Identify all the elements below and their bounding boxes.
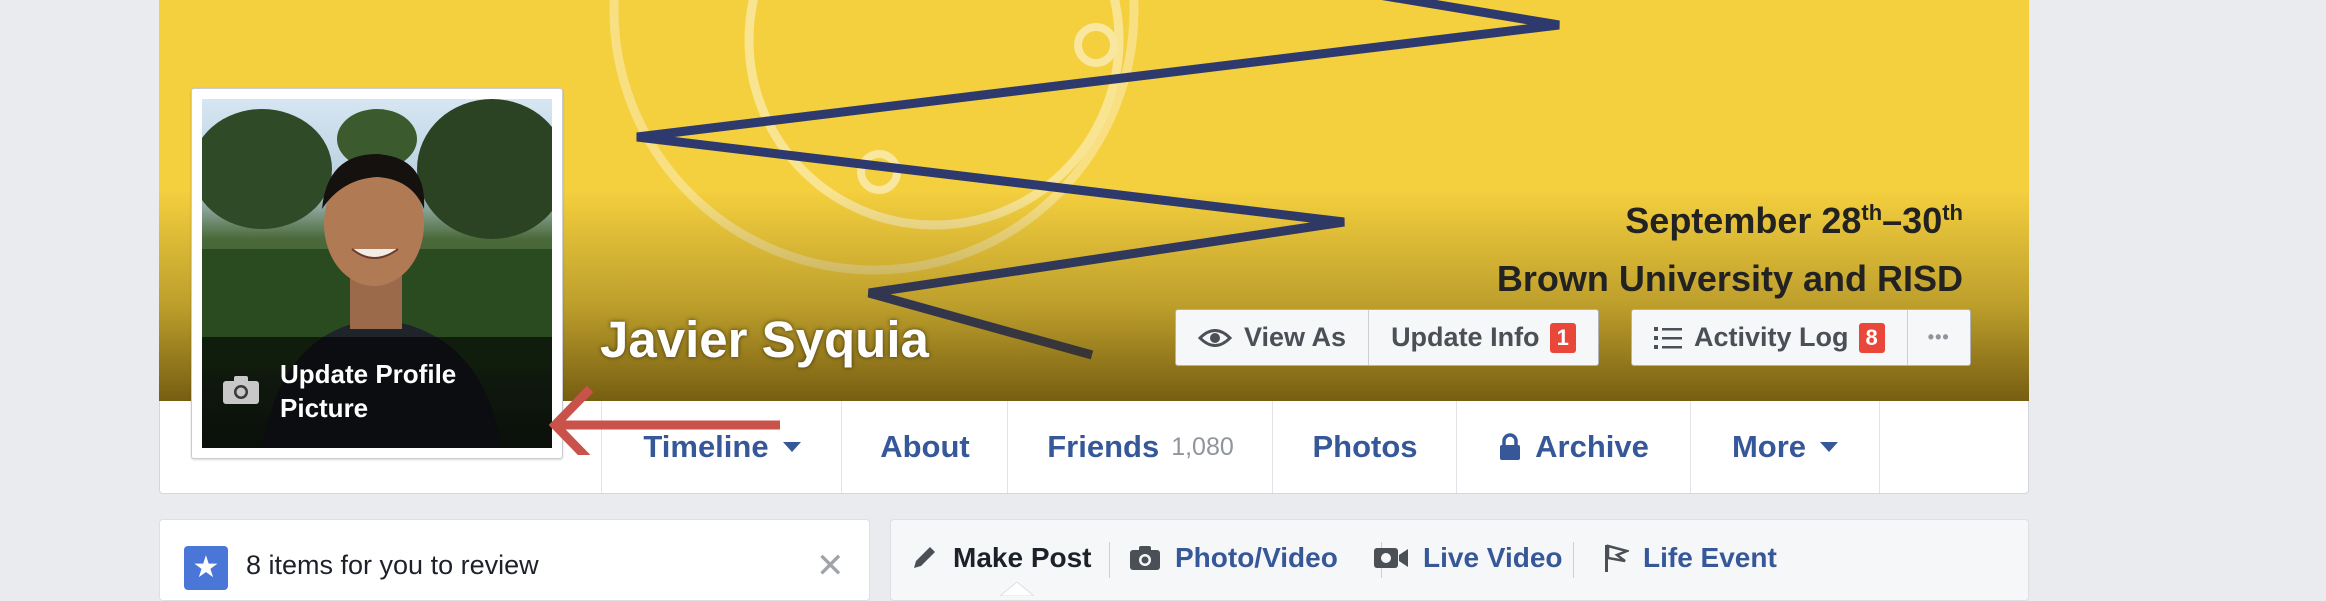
- tab-friends[interactable]: Friends 1,080: [1007, 401, 1273, 493]
- composer-divider: [1109, 542, 1110, 578]
- tab-more[interactable]: More: [1690, 401, 1880, 493]
- video-camera-icon: [1374, 548, 1408, 568]
- activity-log-label: Activity Log: [1694, 322, 1849, 352]
- life-event-button[interactable]: Life Event: [1603, 542, 1777, 574]
- review-items-card[interactable]: ★ 8 items for you to review ✕: [159, 519, 870, 601]
- update-info-label: Update Info: [1391, 322, 1540, 352]
- arrow-annotation-icon: [548, 385, 780, 455]
- life-event-label: Life Event: [1643, 542, 1777, 573]
- activity-log-badge: 8: [1858, 322, 1885, 353]
- camera-icon: [1130, 546, 1160, 570]
- review-items-text: 8 items for you to review: [246, 550, 539, 580]
- list-icon: [1654, 326, 1682, 349]
- live-video-label: Live Video: [1423, 542, 1563, 573]
- cover-location: Brown University and RISD: [1496, 258, 1963, 299]
- caret-down-icon: [782, 442, 801, 452]
- star-icon: ★: [184, 546, 228, 590]
- update-profile-picture-label: Update Profile Picture: [280, 359, 457, 423]
- caret-down-icon: [1820, 442, 1839, 452]
- camera-icon: [223, 376, 259, 404]
- update-info-badge: 1: [1549, 322, 1576, 353]
- view-as-label: View As: [1244, 322, 1347, 352]
- tab-photos-label: Photos: [1312, 429, 1418, 464]
- tab-friends-label: Friends: [1047, 429, 1160, 464]
- update-profile-picture-button[interactable]: Update Profile Picture: [202, 337, 552, 448]
- profile-action-group: View As Update Info 1: [1175, 309, 1599, 366]
- pencil-icon: [914, 547, 935, 568]
- make-post-label: Make Post: [953, 542, 1092, 573]
- photo-video-label: Photo/Video: [1175, 542, 1338, 573]
- eye-icon: [1198, 328, 1232, 347]
- lock-icon: [1500, 433, 1521, 460]
- more-options-button[interactable]: •••: [1908, 310, 1970, 365]
- friends-count: 1,080: [1171, 432, 1234, 461]
- tab-about[interactable]: About: [841, 401, 1008, 493]
- photo-video-button[interactable]: Photo/Video: [1129, 542, 1338, 574]
- composer-divider: [1573, 542, 1574, 578]
- tab-archive-label: Archive: [1535, 429, 1649, 464]
- flag-icon: [1605, 544, 1629, 572]
- tab-more-label: More: [1731, 429, 1807, 464]
- update-info-button[interactable]: Update Info 1: [1369, 310, 1598, 365]
- profile-picture-frame: Update Profile Picture: [191, 88, 563, 459]
- tab-photos[interactable]: Photos: [1272, 401, 1457, 493]
- live-video-button[interactable]: Live Video: [1373, 542, 1563, 574]
- activity-log-button[interactable]: Activity Log 8: [1632, 310, 1908, 365]
- profile-name[interactable]: Javier Syquia: [600, 310, 929, 369]
- tab-archive[interactable]: Archive: [1456, 401, 1691, 493]
- make-post-button[interactable]: Make Post: [911, 542, 1092, 574]
- tab-about-label: About: [880, 429, 970, 464]
- cover-dates: September 28th–30th: [1625, 200, 1963, 241]
- post-composer: Make Post Photo/Video Live Video Life Ev…: [890, 519, 2029, 601]
- profile-picture[interactable]: Update Profile Picture: [202, 99, 552, 448]
- activity-group: Activity Log 8 •••: [1631, 309, 1971, 366]
- close-icon[interactable]: ✕: [816, 546, 845, 586]
- view-as-button[interactable]: View As: [1176, 310, 1370, 365]
